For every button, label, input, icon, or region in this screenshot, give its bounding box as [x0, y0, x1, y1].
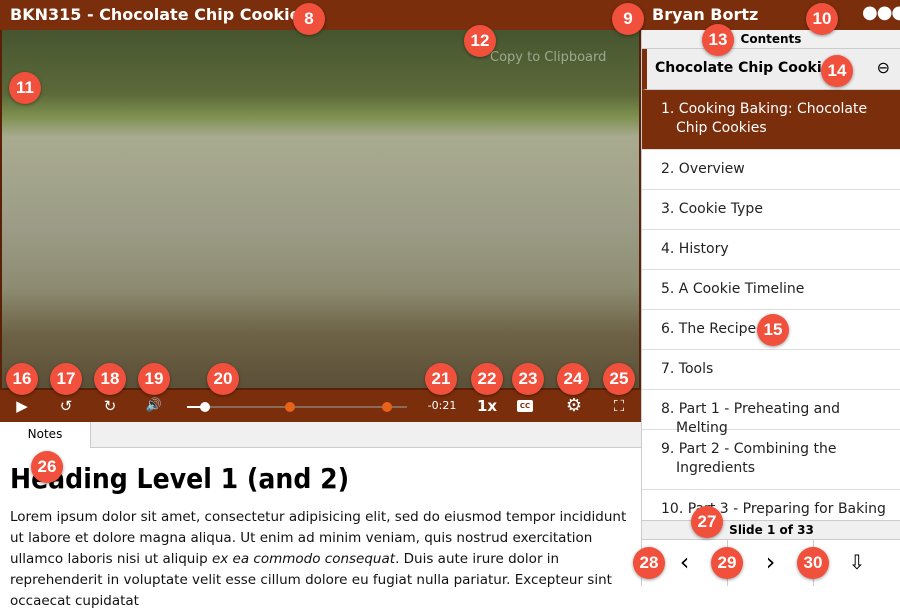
sidebar: Contents Chocolate Chip Cookies ⊖ 1. Coo…	[641, 30, 900, 586]
annotation-marker: 25	[603, 363, 635, 395]
annotation-marker: 9	[612, 3, 644, 35]
fullscreen-icon[interactable]: ⛶	[607, 396, 631, 416]
annotation-marker: 8	[293, 3, 325, 35]
toc-item[interactable]: 1. Cooking Baking: Chocolate Chip Cookie…	[642, 90, 900, 150]
toc-item[interactable]: 8. Part 1 - Preheating and Melting	[642, 390, 900, 436]
settings-gear-icon[interactable]: ⚙	[562, 396, 586, 416]
notes-content: Heading Level 1 (and 2) Lorem ipsum dolo…	[10, 462, 635, 612]
annotation-marker: 24	[557, 363, 589, 395]
annotation-marker: 19	[138, 363, 170, 395]
copy-to-clipboard-button[interactable]: Copy to Clipboard	[490, 50, 606, 65]
contents-tab[interactable]: Contents	[642, 30, 900, 49]
toc-item[interactable]: 7. Tools	[642, 350, 900, 390]
header: BKN315 - Chocolate Chip Cookies Bryan Bo…	[0, 0, 900, 30]
toc-item[interactable]: 3. Cookie Type	[642, 190, 900, 230]
forward-icon[interactable]: ↻	[98, 396, 122, 416]
rewind-icon[interactable]: ↺	[54, 396, 78, 416]
video-player[interactable]: Copy to Clipboard	[0, 30, 641, 390]
annotation-marker: 27	[691, 506, 723, 538]
captions-icon[interactable]: CC	[517, 400, 533, 412]
annotation-marker: 29	[711, 547, 743, 579]
slide-counter: Slide 1 of 33	[642, 520, 900, 540]
annotation-marker: 30	[797, 547, 829, 579]
more-dots-icon[interactable]: ●●●	[862, 2, 900, 23]
notes-paragraph: Lorem ipsum dolor sit amet, consectetur …	[10, 507, 635, 612]
tab-notes[interactable]: Notes	[0, 422, 91, 448]
annotation-marker: 21	[425, 363, 457, 395]
toc-item[interactable]: 2. Overview	[642, 150, 900, 190]
annotation-marker: 12	[464, 25, 496, 57]
annotation-marker: 17	[50, 363, 82, 395]
annotation-marker: 14	[821, 55, 853, 87]
seek-marker[interactable]	[285, 402, 296, 412]
annotation-marker: 20	[207, 363, 239, 395]
annotation-marker: 10	[806, 3, 838, 35]
user-name[interactable]: Bryan Bortz	[652, 5, 758, 24]
section-title: Chocolate Chip Cookies	[655, 60, 840, 76]
notes-tabs: Notes	[0, 422, 641, 448]
annotation-marker: 15	[757, 314, 789, 346]
volume-icon[interactable]: 🔊	[142, 396, 166, 416]
annotation-marker: 22	[471, 363, 503, 395]
collapse-icon[interactable]: ⊖	[877, 58, 890, 77]
video-controls: ▶ ↺ ↻ 🔊 -0:21 1x CC ⚙ ⛶	[0, 390, 641, 422]
play-icon[interactable]: ▶	[10, 396, 34, 416]
time-remaining: -0:21	[427, 399, 457, 412]
toc-item[interactable]: 4. History	[642, 230, 900, 270]
toc-item[interactable]: 5. A Cookie Timeline	[642, 270, 900, 310]
seek-bar[interactable]	[187, 402, 407, 412]
toc-item[interactable]: 9. Part 2 - Combining the Ingredients	[642, 430, 900, 490]
annotation-marker: 26	[31, 451, 63, 483]
annotation-marker: 16	[6, 363, 38, 395]
speed-button[interactable]: 1x	[475, 396, 499, 416]
annotation-marker: 18	[94, 363, 126, 395]
annotation-marker: 13	[702, 24, 734, 56]
section-header[interactable]: Chocolate Chip Cookies ⊖	[642, 49, 900, 90]
annotation-marker: 23	[512, 363, 544, 395]
annotation-marker: 11	[9, 72, 41, 104]
italic-text: ex ea commodo consequat	[211, 551, 396, 567]
annotation-marker: 28	[633, 547, 665, 579]
course-title: BKN315 - Chocolate Chip Cookies	[10, 5, 310, 24]
notes-heading: Heading Level 1 (and 2)	[10, 462, 350, 495]
seek-marker[interactable]	[382, 402, 393, 412]
seek-handle[interactable]	[199, 402, 210, 412]
